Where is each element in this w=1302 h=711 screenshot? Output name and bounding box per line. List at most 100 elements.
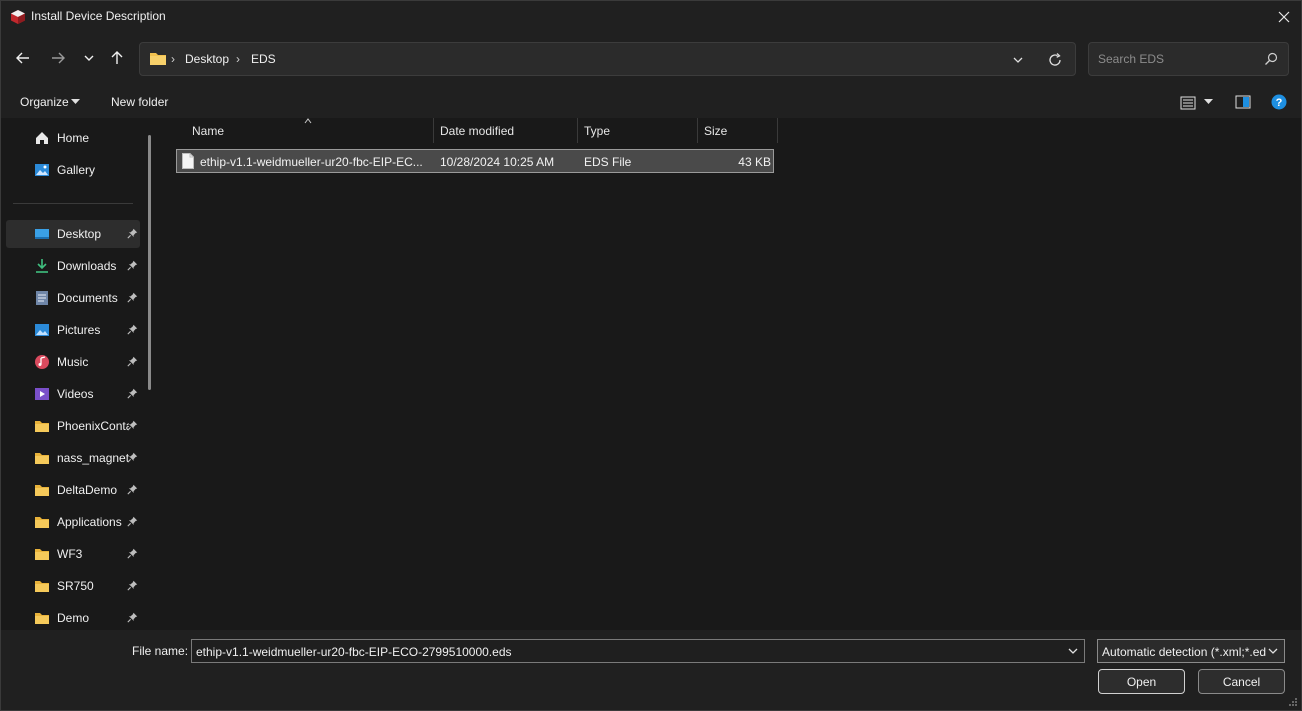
sidebar-item-documents[interactable]: Documents xyxy=(6,284,140,312)
column-size-label: Size xyxy=(704,124,728,138)
sidebar-item-label: PhoenixContact xyxy=(57,419,129,433)
sidebar-item-wf3[interactable]: WF3 xyxy=(6,540,140,568)
navigation-pane: Home Gallery Desktop Downloads Documents Pict… xyxy=(1,118,161,630)
help-icon[interactable]: ? xyxy=(1271,94,1287,110)
chevron-down-icon[interactable] xyxy=(1067,645,1079,657)
column-header-name[interactable]: Name xyxy=(186,118,433,143)
sidebar-scrollbar[interactable] xyxy=(148,135,151,390)
sidebar-item-downloads[interactable]: Downloads xyxy=(6,252,140,280)
sidebar-item-label: SR750 xyxy=(57,579,94,593)
organize-button[interactable]: Organize xyxy=(20,95,69,109)
view-options-icon[interactable] xyxy=(1204,99,1213,105)
file-list: Name Date modified Type Size ethip-v1.1-… xyxy=(161,118,1301,630)
home-icon xyxy=(36,132,48,144)
refresh-icon xyxy=(1049,53,1061,66)
pin-icon[interactable] xyxy=(127,420,138,431)
close-icon xyxy=(1278,11,1290,22)
pin-icon[interactable] xyxy=(127,356,138,367)
pin-icon[interactable] xyxy=(127,516,138,527)
pin-icon[interactable] xyxy=(127,260,138,271)
column-name-label: Name xyxy=(192,124,225,138)
file-name-input[interactable]: ethip-v1.1-weidmueller-ur20-fbc-EIP-ECO-… xyxy=(191,639,1085,663)
pin-icon[interactable] xyxy=(127,292,138,303)
column-header-type[interactable]: Type xyxy=(578,118,697,143)
sidebar-item-deltademo[interactable]: DeltaDemo xyxy=(6,476,140,504)
pin-icon[interactable] xyxy=(127,228,138,239)
search-icon xyxy=(1265,52,1278,65)
arrow-up-icon xyxy=(111,51,123,64)
crumb-separator-icon: › xyxy=(236,52,240,66)
breadcrumb-desktop[interactable]: Desktop xyxy=(185,52,229,66)
address-history-button[interactable] xyxy=(1009,51,1027,69)
breadcrumb-eds[interactable]: EDS xyxy=(251,52,276,66)
sidebar-item-label: Downloads xyxy=(57,259,117,273)
address-bar[interactable]: › Desktop › EDS xyxy=(139,42,1076,76)
refresh-button[interactable] xyxy=(1046,51,1064,69)
file-name-label: File name: xyxy=(132,644,189,658)
sidebar-item-demo[interactable]: Demo xyxy=(6,604,140,630)
sidebar-item-label: Gallery xyxy=(57,163,96,177)
sidebar-item-desktop[interactable]: Desktop xyxy=(6,220,140,248)
sidebar-item-home[interactable]: Home xyxy=(6,124,140,152)
crumb-separator-icon: › xyxy=(171,52,175,66)
sidebar-item-nass-magnet[interactable]: nass_magnet xyxy=(6,444,140,472)
sidebar-item-gallery[interactable]: Gallery xyxy=(6,156,140,184)
sidebar-item-label: Demo xyxy=(57,611,90,625)
pin-icon[interactable] xyxy=(127,388,138,399)
sort-ascending-icon xyxy=(304,118,312,124)
search-input[interactable]: Search EDS xyxy=(1088,42,1289,76)
sidebar-item-applications[interactable]: Applications xyxy=(6,508,140,536)
pin-icon[interactable] xyxy=(127,452,138,463)
view-details-icon[interactable] xyxy=(1180,95,1196,111)
resize-grip-icon[interactable] xyxy=(1288,697,1298,707)
pin-icon[interactable] xyxy=(127,484,138,495)
sidebar-item-label: nass_magnet xyxy=(57,451,129,465)
search-placeholder: Search EDS xyxy=(1098,52,1165,66)
sidebar-item-label: DeltaDemo xyxy=(57,483,118,497)
pin-icon[interactable] xyxy=(127,324,138,335)
file-name: ethip-v1.1-weidmueller-ur20-fbc-EIP-EC..… xyxy=(200,155,423,169)
pin-icon[interactable] xyxy=(127,548,138,559)
sidebar-item-sr750[interactable]: SR750 xyxy=(6,572,140,600)
sidebar-item-label: Pictures xyxy=(57,323,101,337)
folder-icon xyxy=(35,485,49,496)
up-button[interactable] xyxy=(105,46,129,70)
gallery-icon xyxy=(35,164,49,176)
file-icon xyxy=(182,153,194,169)
close-button[interactable] xyxy=(1267,1,1301,32)
forward-button[interactable] xyxy=(46,46,70,70)
arrow-left-icon xyxy=(16,52,29,64)
install-dialog: Install Device Description › Desktop › E… xyxy=(0,0,1302,711)
file-type-value: Automatic detection (*.xml;*.eds) xyxy=(1102,645,1266,659)
pin-icon[interactable] xyxy=(127,612,138,623)
sidebar-item-videos[interactable]: Videos xyxy=(6,380,140,408)
music-icon xyxy=(35,355,49,369)
cancel-button[interactable]: Cancel xyxy=(1198,669,1285,694)
sidebar-item-phoenixcontact[interactable]: PhoenixContact xyxy=(6,412,140,440)
sidebar-item-music[interactable]: Music xyxy=(6,348,140,376)
file-type-select[interactable]: Automatic detection (*.xml;*.eds) xyxy=(1097,639,1285,663)
column-header-size[interactable]: Size xyxy=(698,118,777,143)
sidebar-item-pictures[interactable]: Pictures xyxy=(6,316,140,344)
folder-icon xyxy=(35,613,49,624)
file-type: EDS File xyxy=(584,155,632,169)
desktop-icon xyxy=(35,229,49,239)
sidebar-item-label: Desktop xyxy=(57,227,102,241)
pictures-icon xyxy=(35,324,49,336)
file-row[interactable]: ethip-v1.1-weidmueller-ur20-fbc-EIP-EC..… xyxy=(176,149,774,173)
recent-locations-button[interactable] xyxy=(77,46,101,70)
new-folder-button[interactable]: New folder xyxy=(111,95,168,109)
navigation-bar: › Desktop › EDS Search EDS xyxy=(1,32,1301,88)
dialog-footer: File name: ethip-v1.1-weidmueller-ur20-f… xyxy=(1,630,1301,710)
file-size: 43 KB xyxy=(738,155,771,169)
column-separator[interactable] xyxy=(777,118,778,143)
preview-pane-icon[interactable] xyxy=(1235,94,1251,110)
sidebar-divider xyxy=(13,203,133,204)
sidebar-item-label: Videos xyxy=(57,387,94,401)
open-button[interactable]: Open xyxy=(1098,669,1185,694)
back-button[interactable] xyxy=(11,46,35,70)
pin-icon[interactable] xyxy=(127,580,138,591)
sidebar-item-label: Applications xyxy=(57,515,122,529)
folder-icon xyxy=(35,581,49,592)
column-header-date[interactable]: Date modified xyxy=(434,118,577,143)
